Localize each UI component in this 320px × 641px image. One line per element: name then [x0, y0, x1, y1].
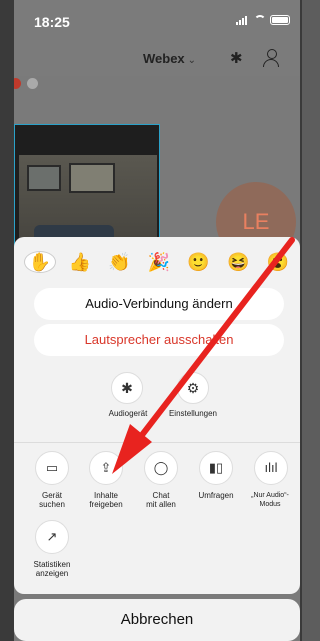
meeting-brand-dropdown[interactable]: Webex ⌄	[143, 51, 196, 66]
audio-only-mode-button[interactable]: ılıl	[254, 451, 288, 485]
smile-icon[interactable]: 🙂	[183, 252, 215, 273]
more-options-sheet: ✋ 👍 👏 🎉 🙂 😆 😮 Audio-Verbindung ändern Lautspre…	[14, 237, 300, 594]
clap-icon[interactable]: 👏	[103, 252, 135, 273]
polls-button[interactable]: ▮▯	[199, 451, 233, 485]
settings-label: Einstellungen	[168, 409, 218, 418]
chevron-down-icon: ⌄	[187, 55, 197, 66]
status-badges	[14, 78, 38, 98]
surprised-icon[interactable]: 😮	[262, 252, 294, 273]
gear-icon: ⚙	[186, 380, 200, 396]
statistics-button[interactable]: ↗	[35, 520, 69, 554]
reactions-bar: ✋ 👍 👏 🎉 🙂 😆 😮	[24, 247, 294, 277]
status-time: 18:25	[34, 14, 70, 30]
divider	[14, 442, 300, 443]
cast-icon: ▭	[45, 460, 59, 475]
tool-label: „Nur Audio“- Modus	[251, 492, 289, 508]
participants-icon[interactable]	[262, 49, 280, 67]
audio-device-label: Audiogerät	[108, 409, 148, 418]
share-icon: ⇪	[100, 460, 112, 475]
laugh-icon[interactable]: 😆	[222, 252, 254, 273]
battery-icon	[270, 15, 290, 25]
wall-picture	[69, 163, 115, 193]
lock-badge-icon	[27, 78, 38, 89]
thumbs-up-icon[interactable]: 👍	[64, 252, 96, 273]
raise-hand-icon[interactable]: ✋	[24, 251, 56, 273]
tool-label: Chat mit allen	[146, 491, 176, 509]
audio-wave-icon: ılıl	[264, 460, 278, 475]
tool-label: Gerät suchen	[39, 491, 65, 509]
polls-icon: ▮▯	[208, 460, 224, 475]
share-content-button[interactable]: ⇪	[89, 451, 123, 485]
tool-label: Umfragen	[198, 491, 234, 500]
audio-device-button[interactable]: ✱	[111, 372, 143, 404]
wifi-icon	[254, 15, 266, 25]
chat-button[interactable]: ◯	[144, 451, 178, 485]
change-audio-connection-button[interactable]: Audio-Verbindung ändern	[34, 288, 284, 320]
tool-label: Statistiken anzeigen	[33, 560, 71, 578]
chat-icon: ◯	[153, 460, 169, 475]
cancel-button[interactable]: Abbrechen	[14, 599, 300, 641]
find-device-button[interactable]: ▭	[35, 451, 69, 485]
bluetooth-icon[interactable]: ✱	[230, 49, 243, 67]
settings-button[interactable]: ⚙	[177, 372, 209, 404]
phone-screen: 18:25 Webex⌄ ✱ LE ✋👍👏🎉🙂😆😮 Audio-V	[14, 0, 300, 641]
bluetooth-icon: ✱	[121, 380, 133, 396]
recording-badge-icon	[14, 78, 21, 89]
wall-picture	[27, 165, 61, 191]
status-icons	[236, 15, 290, 25]
statistics-icon: ↗	[46, 529, 58, 544]
celebrate-icon[interactable]: 🎉	[143, 252, 175, 273]
app-header: Webex ⌄ ✱	[14, 42, 300, 76]
status-bar: 18:25	[14, 0, 300, 42]
speaker-off-button[interactable]: Lautsprecher ausschalten	[34, 324, 284, 356]
tool-label: Inhalte freigeben	[89, 491, 123, 509]
signal-icon	[236, 15, 250, 25]
brand-label: Webex	[143, 51, 185, 66]
